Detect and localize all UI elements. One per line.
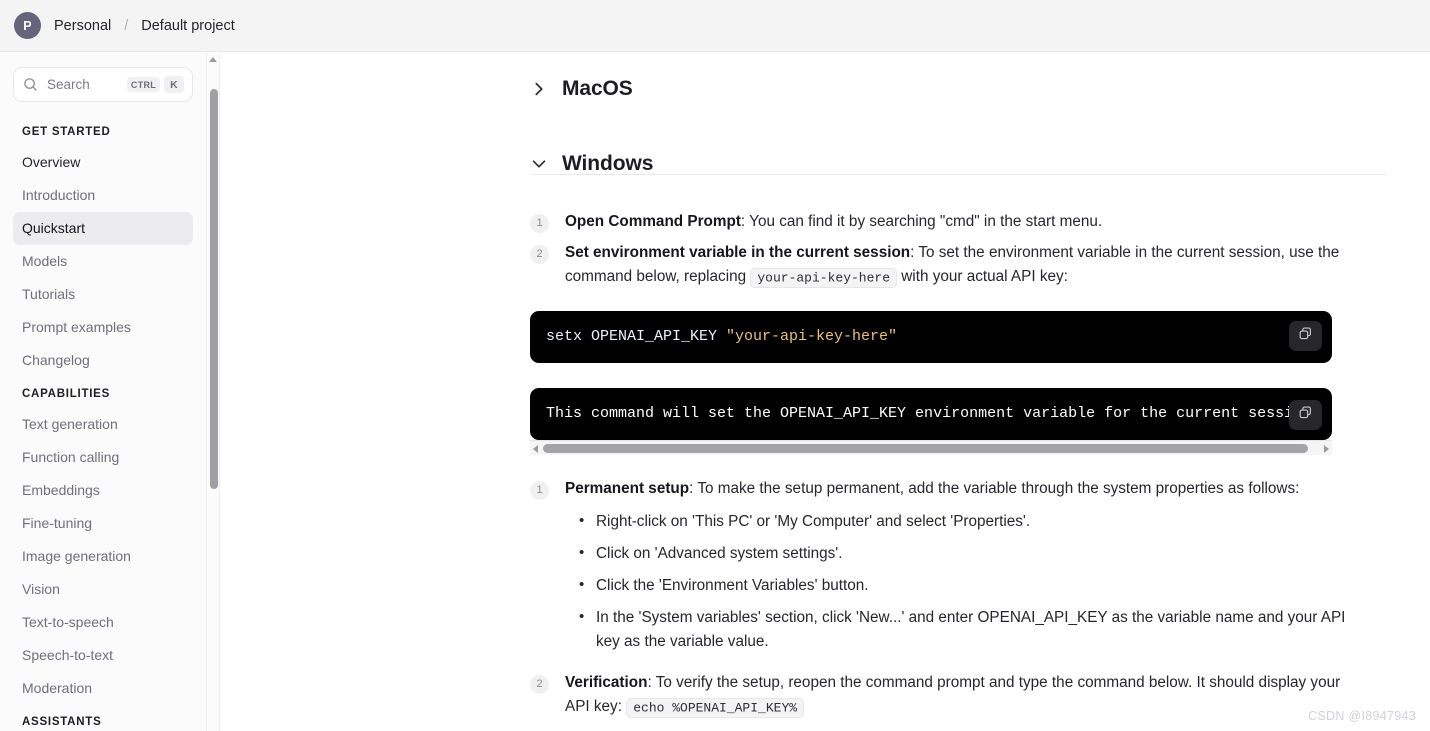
list-item: Click on 'Advanced system settings'. [579, 541, 1355, 566]
code-command: setx OPENAI_API_KEY [546, 328, 727, 345]
breadcrumb-project[interactable]: Default project [141, 18, 235, 34]
horizontal-scrollbar-thumb[interactable] [543, 444, 1308, 453]
code-block-content: This command will set the OPENAI_API_KEY… [546, 405, 1294, 422]
chevron-down-icon [530, 155, 548, 173]
list-item: Right-click on 'This PC' or 'My Computer… [579, 509, 1355, 534]
sidebar-item-models[interactable]: Models [13, 245, 193, 278]
code-block-content: setx OPENAI_API_KEY "your-api-key-here" [530, 311, 1332, 363]
step-text: Permanent setup: To make the setup perma… [565, 477, 1355, 664]
sidebar-item-function-calling[interactable]: Function calling [13, 441, 193, 474]
list-item: In the 'System variables' section, click… [579, 605, 1355, 654]
step-item: 1 Open Command Prompt: You can find it b… [530, 210, 1386, 234]
list-item: Click the 'Environment Variables' button… [579, 573, 1355, 598]
code-block-setx: setx OPENAI_API_KEY "your-api-key-here" [530, 311, 1332, 363]
search-placeholder: Search [47, 77, 90, 92]
sidebar-section-get-started: GET STARTED [22, 126, 111, 138]
sidebar-item-tutorials[interactable]: Tutorials [13, 278, 193, 311]
kbd-ctrl: CTRL [126, 77, 161, 92]
step-description: : To make the setup permanent, add the v… [689, 480, 1300, 497]
code-block-horizontal-scrollbar[interactable] [530, 440, 1332, 455]
avatar[interactable]: P [14, 12, 41, 39]
sidebar-item-text-generation[interactable]: Text generation [13, 408, 193, 441]
step-text: Open Command Prompt: You can find it by … [565, 210, 1102, 234]
steps-list-top: 1 Open Command Prompt: You can find it b… [221, 210, 1430, 290]
step-title: Open Command Prompt [565, 213, 741, 230]
breadcrumb-org[interactable]: Personal [54, 18, 111, 34]
step-number: 2 [530, 245, 549, 264]
step-item: 2 Verification: To verify the setup, reo… [530, 671, 1386, 720]
section-header-macos[interactable]: MacOS [221, 67, 1430, 111]
code-block-output: This command will set the OPENAI_API_KEY… [530, 388, 1332, 440]
scroll-right-arrow-icon[interactable] [1324, 445, 1329, 453]
sidebar-item-speech-to-text[interactable]: Speech-to-text [13, 639, 193, 672]
watermark: CSDN @I8947943 [1308, 709, 1416, 723]
sidebar-item-moderation[interactable]: Moderation [13, 672, 193, 705]
sidebar-item-overview[interactable]: Overview [13, 146, 193, 179]
topbar: P Personal / Default project [0, 0, 1430, 52]
section-header-windows[interactable]: Windows [221, 142, 1430, 186]
copy-button[interactable] [1289, 321, 1322, 351]
bullet-list: Right-click on 'This PC' or 'My Computer… [565, 509, 1355, 654]
step-title: Permanent setup [565, 480, 690, 497]
sidebar-item-quickstart[interactable]: Quickstart [13, 212, 193, 245]
sidebar-item-vision[interactable]: Vision [13, 573, 193, 606]
section-divider [530, 174, 1386, 175]
search-icon [23, 77, 38, 92]
step-text: Verification: To verify the setup, reope… [565, 671, 1355, 720]
step-number: 2 [530, 675, 549, 694]
steps-list-bottom: 1 Permanent setup: To make the setup per… [221, 477, 1430, 720]
sidebar-section-capabilities: CAPABILITIES [22, 388, 111, 400]
step-item: 1 Permanent setup: To make the setup per… [530, 477, 1386, 664]
sidebar-scrollbar[interactable] [206, 53, 219, 731]
step-number: 1 [530, 214, 549, 233]
sidebar-nav: GET STARTED Overview Introduction Quickstar… [0, 115, 206, 731]
main-content: MacOS Windows 1 Open Command Prompt: You… [221, 53, 1430, 731]
copy-button[interactable] [1289, 400, 1322, 430]
scroll-up-arrow-icon[interactable] [209, 57, 217, 62]
step-description: : You can find it by searching "cmd" in … [740, 213, 1103, 230]
kbd-k: K [164, 76, 184, 93]
sidebar-scrollbar-thumb[interactable] [209, 89, 218, 489]
sidebar-item-text-to-speech[interactable]: Text-to-speech [13, 606, 193, 639]
step-number: 1 [530, 481, 549, 500]
copy-icon [1298, 326, 1313, 346]
chevron-right-icon [530, 80, 548, 98]
scroll-left-arrow-icon[interactable] [533, 445, 538, 453]
sidebar-section-assistants: ASSISTANTS [22, 716, 102, 728]
inline-code-echo-command: echo %OPENAI_API_KEY% [626, 697, 805, 718]
inline-code-api-key-placeholder: your-api-key-here [750, 267, 897, 288]
search-input[interactable]: Search CTRL K [13, 67, 193, 102]
sidebar-item-changelog[interactable]: Changelog [13, 344, 193, 377]
sidebar-item-introduction[interactable]: Introduction [13, 179, 193, 212]
step-text: Set environment variable in the current … [565, 241, 1355, 290]
section-title-windows: Windows [562, 152, 654, 175]
section-title-macos: MacOS [562, 77, 633, 100]
code-string: "your-api-key-here" [726, 328, 898, 345]
copy-icon [1298, 405, 1313, 425]
sidebar-item-image-generation[interactable]: Image generation [13, 540, 193, 573]
step-description-after: with your actual API key: [897, 268, 1068, 285]
step-title: Set environment variable in the current … [565, 244, 911, 261]
sidebar-item-prompt-examples[interactable]: Prompt examples [13, 311, 193, 344]
breadcrumb-separator: / [124, 17, 129, 34]
sidebar-item-fine-tuning[interactable]: Fine-tuning [13, 507, 193, 540]
step-title: Verification [565, 674, 648, 691]
step-item: 2 Set environment variable in the curren… [530, 241, 1386, 290]
sidebar: Search CTRL K GET STARTED Overview Introdu… [0, 53, 220, 731]
sidebar-item-embeddings[interactable]: Embeddings [13, 474, 193, 507]
